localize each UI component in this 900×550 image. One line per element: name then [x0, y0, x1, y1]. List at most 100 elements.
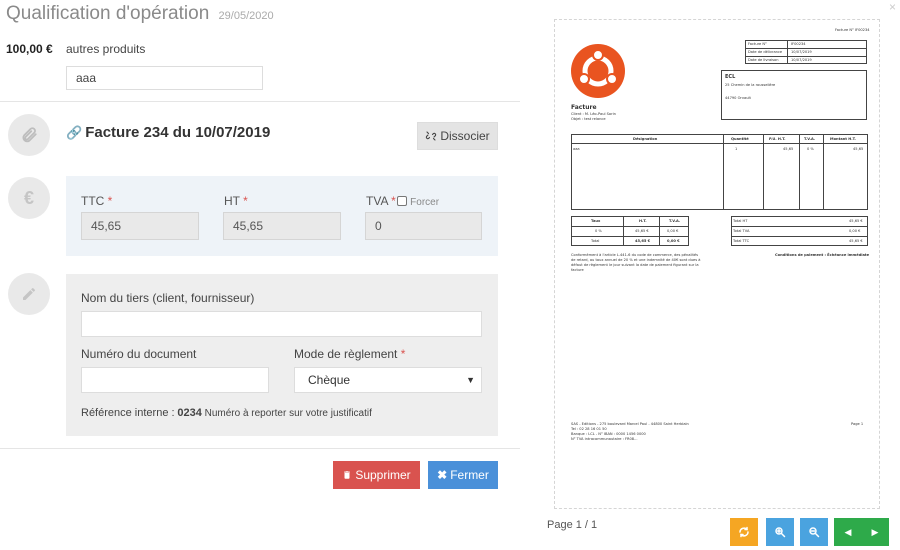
internal-reference: Référence interne : 0234 Numéro à report… — [81, 407, 372, 419]
meta-label: Facture N° — [748, 42, 767, 46]
document-type: Facture — [571, 104, 597, 111]
vat-header: Taux — [591, 219, 601, 223]
payment-mode-select[interactable]: Chèque ▼ — [294, 367, 482, 393]
meta-label: Date de livraison — [748, 58, 779, 62]
legal-text: facture — [571, 268, 584, 272]
column-header: Montant H.T. — [830, 137, 856, 141]
table-cell: 45,65 — [783, 147, 794, 151]
forcer-checkbox[interactable] — [396, 196, 407, 206]
close-label: Fermer — [450, 468, 489, 482]
zoom-in-button[interactable] — [766, 518, 794, 546]
object-line: Objet : test relance — [571, 117, 606, 121]
vat-cell: Total — [591, 239, 600, 243]
zoom-in-icon — [775, 527, 786, 538]
vat-cell: 45,65 € — [635, 239, 651, 243]
dissocier-label: Dissocier — [440, 129, 490, 143]
meta-value: IF00234 — [791, 42, 806, 46]
reference-hint: Numéro à reporter sur votre justificatif — [204, 408, 372, 419]
invoice-title[interactable]: 🔗 Facture 234 du 10/07/2019 — [66, 124, 270, 141]
footer-line: Banque : LCL - N° IBAN : 0000 1456 0000 — [571, 432, 646, 436]
unlink-icon — [426, 131, 437, 141]
reference-value: 0234 — [177, 407, 202, 419]
delete-button[interactable]: Supprimer — [333, 461, 420, 489]
payment-mode-label: Mode de règlement * — [294, 347, 406, 361]
document-number-label: Numéro du document — [81, 347, 197, 361]
tva-input[interactable]: 0 — [365, 212, 482, 240]
total-label: Total TVA — [733, 229, 750, 233]
recipient-city: 44790 Orvault — [725, 96, 751, 100]
footer-line: Tel : 02 28 16 01 50 — [571, 427, 607, 431]
delete-label: Supprimer — [355, 468, 411, 482]
close-icon[interactable]: × — [889, 0, 896, 14]
total-label: Total HT — [733, 219, 748, 223]
total-label: Total TTC — [733, 239, 750, 243]
forcer-label: Forcer — [410, 197, 440, 208]
recipient-box — [721, 70, 867, 120]
operation-category: autres produits — [66, 42, 146, 56]
third-party-panel: Nom du tiers (client, fournisseur) Numér… — [66, 274, 498, 436]
invoice-title-text: Facture 234 du 10/07/2019 — [85, 124, 271, 141]
modal-title-text: Qualification d'opération — [6, 3, 210, 24]
table-cell: 0 % — [807, 147, 814, 151]
table-cell: 45,65 — [853, 147, 864, 151]
meta-value: 10/07/2019 — [791, 58, 812, 62]
document-number-input[interactable] — [81, 367, 269, 393]
client-line: Client : M. Léo-Paul Sorin — [571, 112, 616, 116]
tiers-label: Nom du tiers (client, fournisseur) — [81, 291, 255, 305]
meta-value: 10/07/2019 — [791, 50, 812, 54]
column-header: P.U. H.T. — [769, 137, 786, 141]
column-header: Quantité — [731, 137, 749, 141]
zoom-out-button[interactable] — [800, 518, 828, 546]
chevron-down-icon: ▼ — [466, 375, 475, 385]
trash-icon — [344, 471, 351, 479]
chevron-left-icon: ◀ — [844, 526, 852, 537]
total-value: 0,00 € — [849, 229, 861, 233]
column-header: Désignation — [633, 137, 658, 141]
legal-text: de retard, au taux annuel de 20 % et une… — [571, 258, 701, 262]
ttc-label: TTC * — [81, 194, 113, 208]
totals-table — [731, 216, 868, 246]
total-value: 45,65 € — [849, 219, 863, 223]
legal-text: défaut de règlement le jour suivant la d… — [571, 263, 699, 267]
table-cell: aaa — [573, 147, 580, 151]
next-page-button[interactable]: ▶ — [861, 518, 889, 546]
operation-amount: 100,00 € — [6, 42, 53, 56]
legal-text: Conformément à l'article L.441-6 du code… — [571, 253, 698, 257]
chevron-right-icon: ▶ — [871, 526, 879, 537]
vat-cell: 45,65 € — [635, 229, 649, 233]
recipient-name: ECL — [725, 74, 736, 80]
operation-date: 29/05/2020 — [218, 10, 274, 22]
operation-note-input[interactable]: aaa — [66, 66, 263, 90]
ht-label: HT * — [224, 194, 248, 208]
reference-label: Référence interne : — [81, 407, 175, 419]
operation-summary: 100,00 € autres produits — [6, 42, 145, 56]
close-button[interactable]: ✖ Fermer — [428, 461, 498, 489]
payment-terms: Conditions de paiement : Échéance immédi… — [775, 253, 870, 257]
vat-cell: 0,00 € — [667, 229, 679, 233]
tiers-input[interactable] — [81, 311, 482, 337]
dissocier-button[interactable]: Dissocier — [417, 122, 498, 150]
vat-cell: 0,00 € — [667, 239, 680, 243]
column-header: T.V.A. — [804, 137, 816, 141]
previous-page-button[interactable]: ◀ — [834, 518, 862, 546]
meta-label: Date de délivrance — [748, 50, 783, 54]
ttc-input[interactable]: 45,65 — [81, 212, 199, 240]
tax-panel: TTC * HT * TVA * Forcer 45,65 45,65 0 — [66, 176, 498, 256]
footer-line: SAS - Editions - 275 boulevard Marcel Pa… — [571, 422, 689, 426]
document-preview[interactable]: Facture N° IF00234 Facture N° Date de dé… — [554, 19, 880, 509]
payment-mode-value: Chèque — [308, 373, 351, 387]
ht-input[interactable]: 45,65 — [223, 212, 341, 240]
company-logo — [571, 44, 625, 98]
preview-doc-ref: Facture N° IF00234 — [835, 28, 870, 32]
divider — [0, 448, 520, 449]
vat-cell: 0 % — [595, 229, 602, 233]
table-cell: 1 — [735, 147, 738, 151]
footer-page: Page 1 — [851, 422, 864, 426]
rotate-button[interactable] — [730, 518, 758, 546]
euro-icon: € — [8, 177, 50, 219]
refresh-icon — [739, 526, 749, 538]
link-icon: 🔗 — [66, 125, 83, 140]
pencil-icon — [8, 273, 50, 315]
paperclip-icon — [8, 114, 50, 156]
page-indicator: Page 1 / 1 — [547, 519, 598, 531]
